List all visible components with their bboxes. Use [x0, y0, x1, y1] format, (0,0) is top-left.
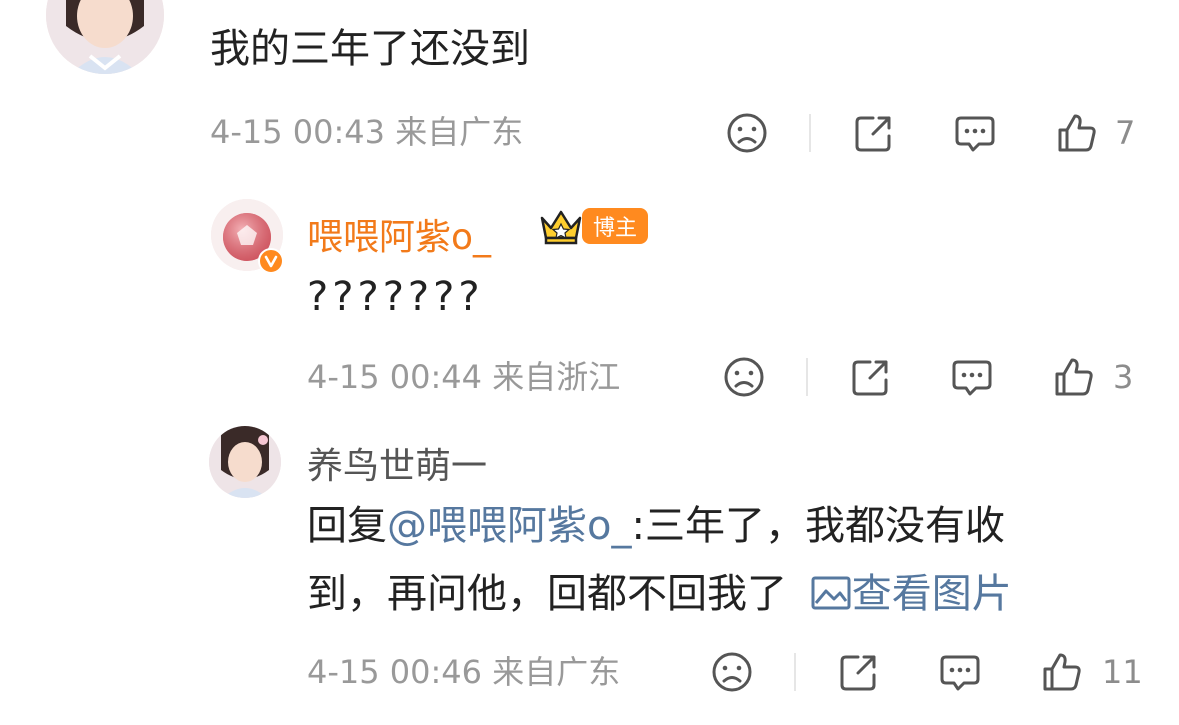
thumbs-up-icon[interactable] [1051, 354, 1097, 400]
reply-text-line1: 回复@喂喂阿紫o_:三年了，我都没有收 [307, 506, 1005, 546]
host-badge: 博主 [582, 208, 648, 244]
view-image-link[interactable]: 查看图片 [810, 571, 1012, 617]
divider [809, 114, 811, 152]
blogger-username[interactable]: 喂喂阿紫o_ [307, 208, 491, 260]
view-image-label: 查看图片 [851, 571, 1012, 617]
comment-icon[interactable] [949, 354, 995, 400]
reply-text-after-mention: :三年了，我都没有收 [631, 503, 1005, 549]
divider [806, 358, 808, 396]
image-icon [811, 576, 851, 610]
comment-meta: 4-15 00:43 来自广东 [210, 113, 524, 151]
thumbs-up-icon[interactable] [1039, 649, 1085, 695]
thumbs-up-icon[interactable] [1054, 110, 1100, 156]
reply-text-line2: 到，再问他，回都不回我了 查看图片 [307, 574, 1012, 614]
comment-icon[interactable] [952, 110, 998, 156]
mention-link[interactable]: @喂喂阿紫o_ [387, 503, 631, 549]
share-icon[interactable] [848, 354, 894, 400]
sad-face-icon[interactable] [721, 354, 767, 400]
divider [794, 653, 796, 691]
reply-text-line2-content: 到，再问他，回都不回我了 [307, 571, 787, 617]
reply-text: ??????? [307, 274, 484, 320]
reply-prefix: 回复 [307, 503, 387, 549]
sad-face-icon[interactable] [724, 110, 770, 156]
reply-meta: 4-15 00:46 来自广东 [307, 653, 621, 691]
replier-username[interactable]: 养鸟世萌一 [307, 437, 487, 489]
share-icon[interactable] [851, 110, 897, 156]
avatar-commenter-1[interactable] [46, 0, 164, 74]
comment-icon[interactable] [937, 649, 983, 695]
like-count: 3 [1113, 358, 1134, 396]
like-count: 7 [1115, 114, 1136, 152]
like-count: 11 [1102, 653, 1143, 691]
sad-face-icon[interactable] [709, 649, 755, 695]
crown-icon [540, 210, 582, 245]
comment-text: 我的三年了还没到 [210, 26, 530, 72]
reply-meta: 4-15 00:44 来自浙江 [307, 358, 621, 396]
avatar-replier[interactable] [209, 426, 281, 498]
share-icon[interactable] [836, 649, 882, 695]
verified-v-icon [258, 248, 284, 274]
